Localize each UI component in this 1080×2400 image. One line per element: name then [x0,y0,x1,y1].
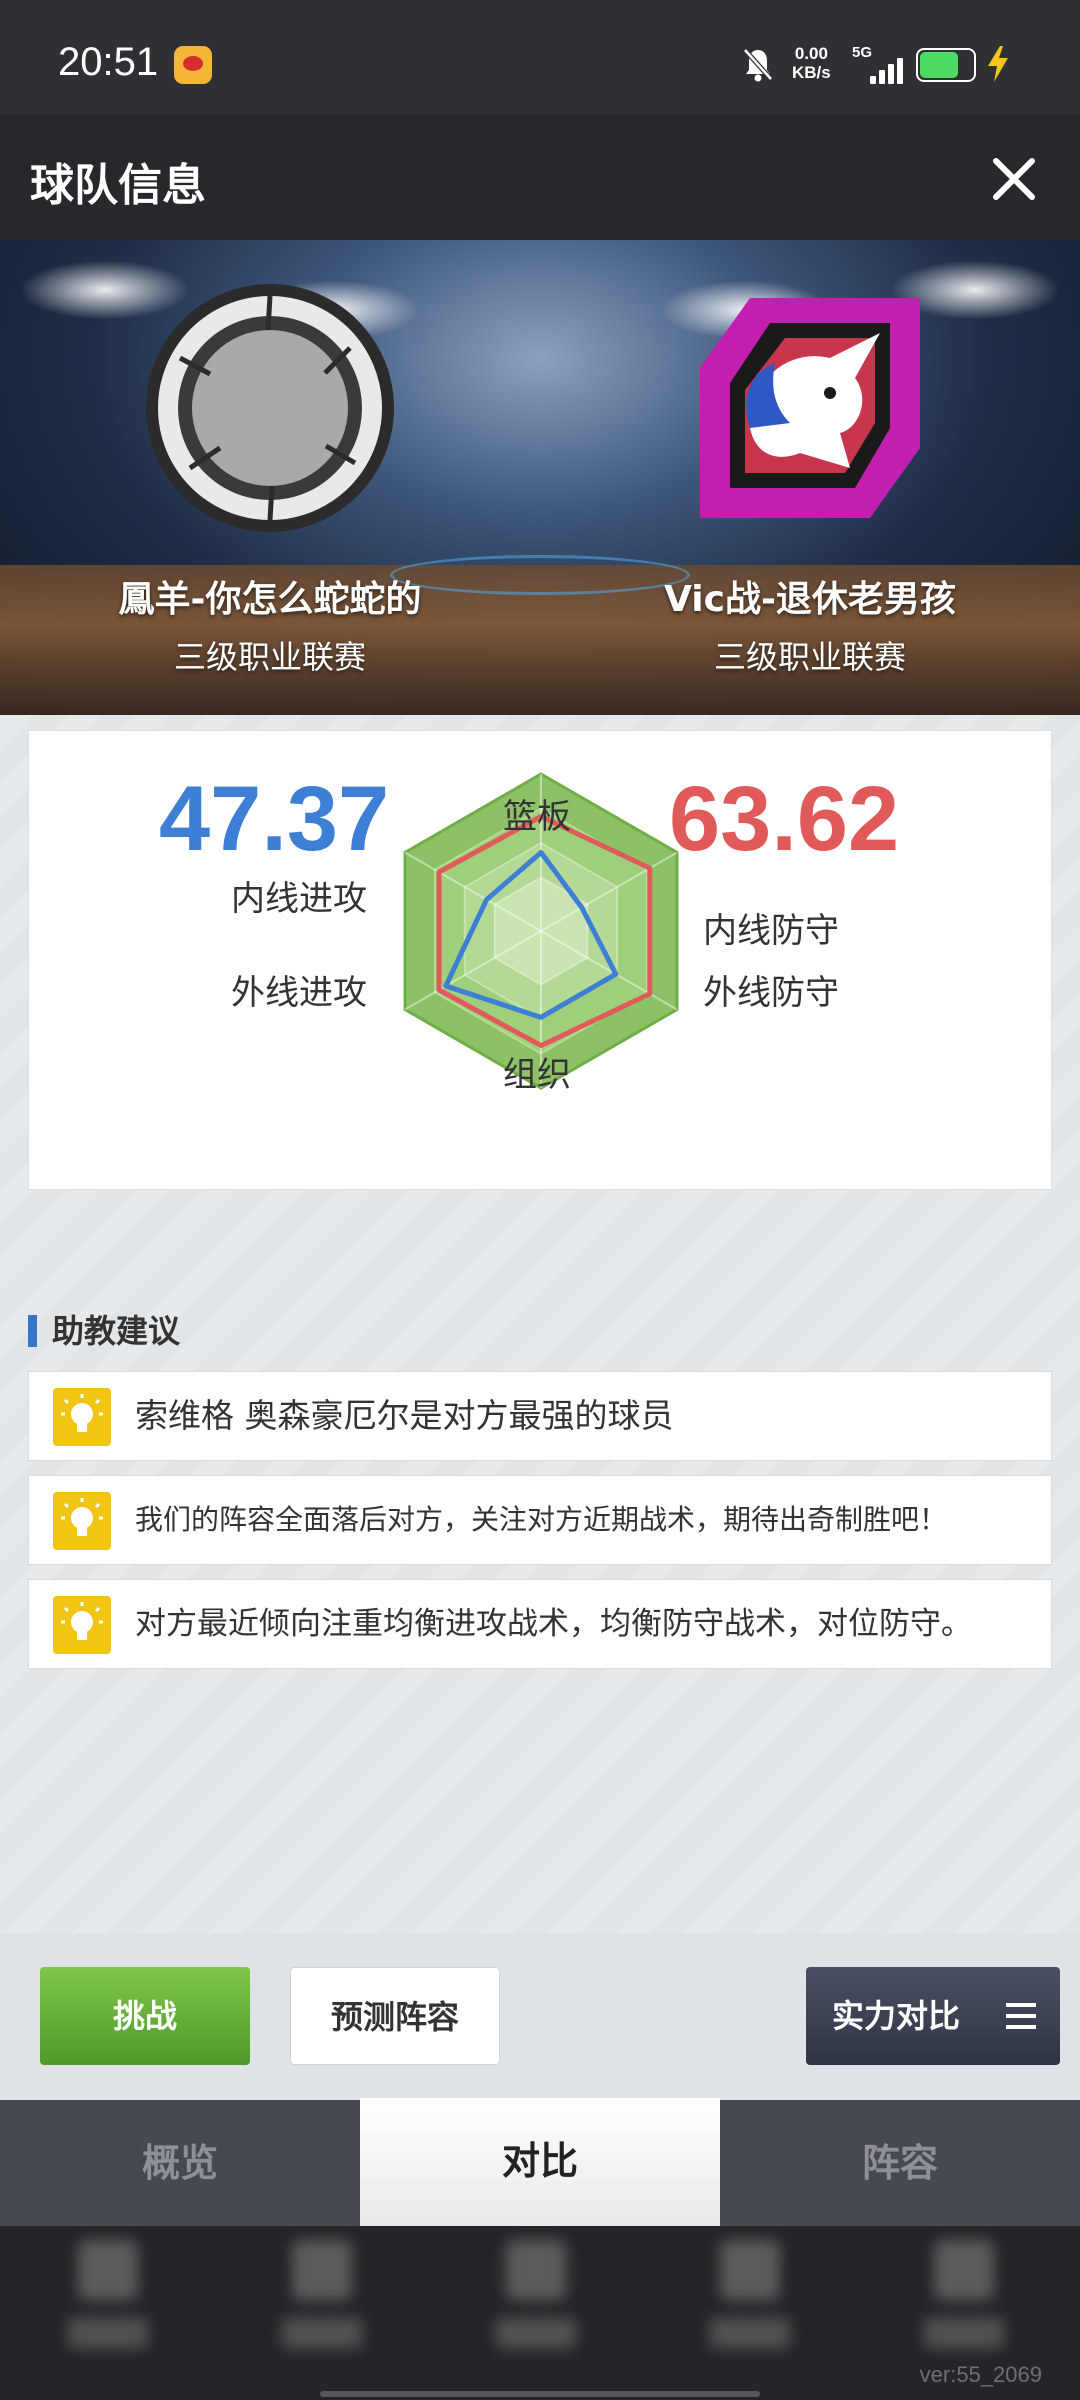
bottom-nav-item [690,2230,810,2380]
version-label: ver:55_2069 [919,2362,1042,2387]
lightbulb-icon [53,1596,111,1654]
lightbulb-icon [53,1492,111,1550]
bell-off-icon [743,48,773,82]
teams-banner: 鳳羊-你怎么蛇蛇的 三级职业联赛 Vic战-退休老男孩 三级职业联赛 [0,240,1080,715]
advice-tip-text: 我们的阵容全面落后对方，关注对方近期战术，期待出奇制胜吧！ [135,1503,948,1536]
menu-icon [1006,2003,1036,2029]
page-title: 球队信息 [30,160,206,211]
bottom-nav-item [48,2230,168,2380]
net-speed-unit: KB/s [792,63,831,82]
close-icon[interactable] [988,153,1040,205]
status-time: 20:51 [58,40,159,84]
radar-label-outside-attack: 外线进攻 [231,973,367,1013]
strength-compare-label: 实力对比 [832,1997,961,2035]
weibo-icon [174,46,212,84]
tab-lineup[interactable]: 阵容 [720,2100,1080,2226]
charging-icon [988,46,1008,82]
tab-overview[interactable]: 概览 [0,2100,360,2226]
right-team-league: 三级职业联赛 [713,638,906,676]
predict-lineup-button[interactable]: 预测阵容 [290,1967,500,2065]
radar-label-organize: 组织 [503,1055,571,1095]
bottom-nav-item [904,2230,1024,2380]
right-team-name: Vic战-退休老男孩 [664,579,956,620]
advice-tip: 对方最近倾向注重均衡进攻战术，均衡防守战术，对位防守。 [28,1579,1052,1669]
signal-icon [866,56,906,84]
battery-icon [916,48,976,82]
bottom-nav-item [476,2230,596,2380]
tab-compare[interactable]: 对比 [360,2098,720,2226]
compare-content: 47.37 63.62 篮板 内线防守 外线防守 组织 外线进攻 内线进攻 助教… [0,715,1080,1933]
compare-card: 47.37 63.62 篮板 内线防守 外线防守 组织 外线进攻 内线进攻 [28,730,1052,1190]
status-icons: 0.00 KB/s 5G [680,0,1080,115]
left-team-name: 鳳羊-你怎么蛇蛇的 [118,579,422,620]
advice-tip-text: 对方最近倾向注重均衡进攻战术，均衡防守战术，对位防守。 [135,1606,972,1642]
left-team-logo[interactable] [140,278,400,538]
net-speed-value: 0.00 [794,44,828,63]
advice-tip-text: 索维格 奥森豪厄尔是对方最强的球员 [135,1396,674,1435]
left-team-league: 三级职业联赛 [173,638,366,676]
advice-tip: 我们的阵容全面落后对方，关注对方近期战术，期待出奇制胜吧！ [28,1475,1052,1565]
bottom-nav-item [262,2230,382,2380]
advice-title: 助教建议 [28,1313,180,1349]
network-speed: 0.00 KB/s [792,44,831,82]
page-header: 球队信息 [0,115,1080,240]
radar-label-inside-defense: 内线防守 [703,911,839,951]
radar-label-outside-defense: 外线防守 [703,973,839,1013]
lightbulb-icon [53,1388,111,1446]
home-indicator[interactable] [320,2391,760,2397]
advice-tip: 索维格 奥森豪厄尔是对方最强的球员 [28,1371,1052,1461]
tab-bar: 概览 对比 阵容 [0,2098,1080,2226]
radar-label-inside-attack: 内线进攻 [231,879,367,919]
challenge-button[interactable]: 挑战 [40,1967,250,2065]
action-bar: 挑战 预测阵容 实力对比 [0,1933,1080,2100]
radar-label-rebound: 篮板 [503,797,571,837]
right-team-logo[interactable] [680,278,940,538]
status-bar: 20:51 0.00 KB/s 5G [0,0,1080,115]
bottom-nav-blurred [0,2226,1080,2400]
strength-compare-button[interactable]: 实力对比 [806,1967,1060,2065]
